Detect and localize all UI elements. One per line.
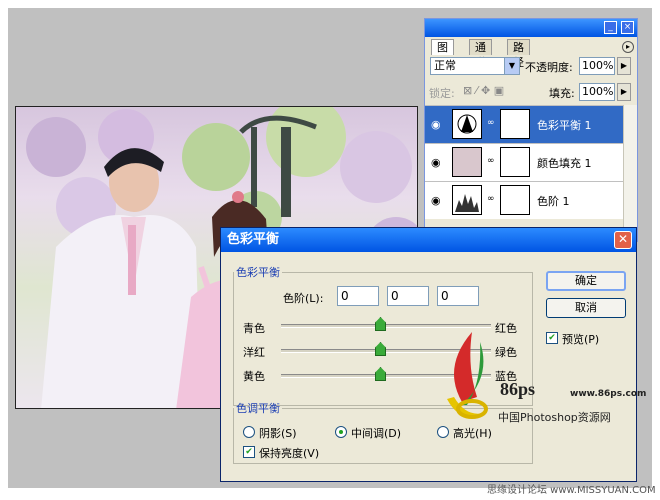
preserve-luminosity-checkbox[interactable]: ✔ <box>243 446 255 458</box>
minimize-button[interactable]: _ <box>604 21 617 34</box>
lock-label: 锁定: <box>429 87 455 100</box>
layers-scrollbar[interactable] <box>623 105 637 242</box>
dialog-titlebar: 色彩平衡 ✕ <box>221 228 636 252</box>
slider-label-cyan: 青色 <box>243 322 265 335</box>
levels-thumbnail <box>452 185 482 215</box>
close-button[interactable]: × <box>621 21 634 34</box>
tab-channels[interactable]: 通道 <box>469 39 492 69</box>
logo-number: 86ps <box>500 379 536 399</box>
slider-label-magenta: 洋红 <box>243 346 265 359</box>
slider-label-yellow: 黄色 <box>243 370 265 383</box>
fill-arrow-button[interactable]: ▶ <box>617 83 631 101</box>
highlights-radio[interactable] <box>437 426 449 438</box>
blend-row: 正常 ▼ 不透明度: 100% ▶ <box>425 57 637 81</box>
screenshot-canvas: _ × 图层 通道 路径 ▸ 正常 ▼ 不透明度: 100% ▶ 锁定: ⊠ ⁄… <box>0 0 660 500</box>
mask-thumbnail <box>500 147 530 177</box>
dialog-title: 色彩平衡 <box>227 232 280 247</box>
footer-credit: 思缘设计论坛 www.MISSYUAN.COM <box>487 485 656 496</box>
midtones-radio[interactable] <box>335 426 347 438</box>
chevron-down-icon: ▼ <box>504 58 519 74</box>
lock-icons[interactable]: ⊠ ⁄ ✥ ▣ <box>463 84 504 97</box>
layer-row-color-balance[interactable]: ◉ ∞ 色彩平衡 1 <box>425 105 637 143</box>
mask-thumbnail <box>500 185 530 215</box>
close-button[interactable]: ✕ <box>614 231 632 249</box>
mask-thumbnail <box>500 109 530 139</box>
levels-input-magenta-green[interactable]: 0 <box>387 286 429 306</box>
opacity-label: 不透明度: <box>525 61 573 74</box>
balance-group-title: 色彩平衡 <box>236 266 280 279</box>
layer-row-levels[interactable]: ◉ ∞ 色阶 1 <box>425 181 637 219</box>
fill-input[interactable]: 100% <box>579 83 615 101</box>
shadows-radio[interactable] <box>243 426 255 438</box>
blend-mode-value: 正常 <box>434 59 456 72</box>
lock-row: 锁定: ⊠ ⁄ ✥ ▣ 填充: 100% ▶ <box>425 82 637 106</box>
eye-icon[interactable]: ◉ <box>431 118 441 131</box>
layer-name: 颜色填充 1 <box>537 157 592 170</box>
eye-icon[interactable]: ◉ <box>431 194 441 207</box>
highlights-label: 高光(H) <box>453 427 492 440</box>
preserve-luminosity-label: 保持亮度(V) <box>259 447 320 460</box>
link-icon: ∞ <box>487 156 495 166</box>
layer-row-color-fill[interactable]: ◉ ∞ 颜色填充 1 <box>425 143 637 181</box>
ok-button[interactable]: 确定 <box>546 271 626 291</box>
blend-mode-select[interactable]: 正常 ▼ <box>430 57 520 75</box>
link-icon: ∞ <box>487 194 495 204</box>
logo-caption: 中国Photoshop资源网 <box>498 411 611 424</box>
panel-menu-icon[interactable]: ▸ <box>622 41 634 53</box>
tone-group-title: 色调平衡 <box>236 402 280 415</box>
layer-name: 色阶 1 <box>537 195 570 208</box>
eye-icon[interactable]: ◉ <box>431 156 441 169</box>
levels-input-yellow-blue[interactable]: 0 <box>437 286 479 306</box>
fill-thumbnail <box>452 147 482 177</box>
tab-paths[interactable]: 路径 <box>507 39 530 69</box>
layer-name: 色彩平衡 1 <box>537 119 592 132</box>
cancel-button[interactable]: 取消 <box>546 298 626 318</box>
opacity-input[interactable]: 100% <box>579 57 615 75</box>
tab-layers[interactable]: 图层 <box>431 39 454 69</box>
adjustment-thumbnail <box>452 109 482 139</box>
shadows-label: 阴影(S) <box>259 427 297 440</box>
levels-label: 色阶(L): <box>283 292 324 305</box>
midtones-label: 中间调(D) <box>351 427 402 440</box>
layers-panel: _ × 图层 通道 路径 ▸ 正常 ▼ 不透明度: 100% ▶ 锁定: ⊠ ⁄… <box>424 18 638 242</box>
link-icon: ∞ <box>487 118 495 128</box>
watermark-logo: 86ps www.86ps.com 中国Photoshop资源网 <box>432 327 647 427</box>
fill-label: 填充: <box>549 87 575 100</box>
logo-url: www.86ps.com <box>570 389 647 399</box>
layers-panel-titlebar: _ × <box>425 19 637 37</box>
opacity-arrow-button[interactable]: ▶ <box>617 57 631 75</box>
levels-input-cyan-red[interactable]: 0 <box>337 286 379 306</box>
